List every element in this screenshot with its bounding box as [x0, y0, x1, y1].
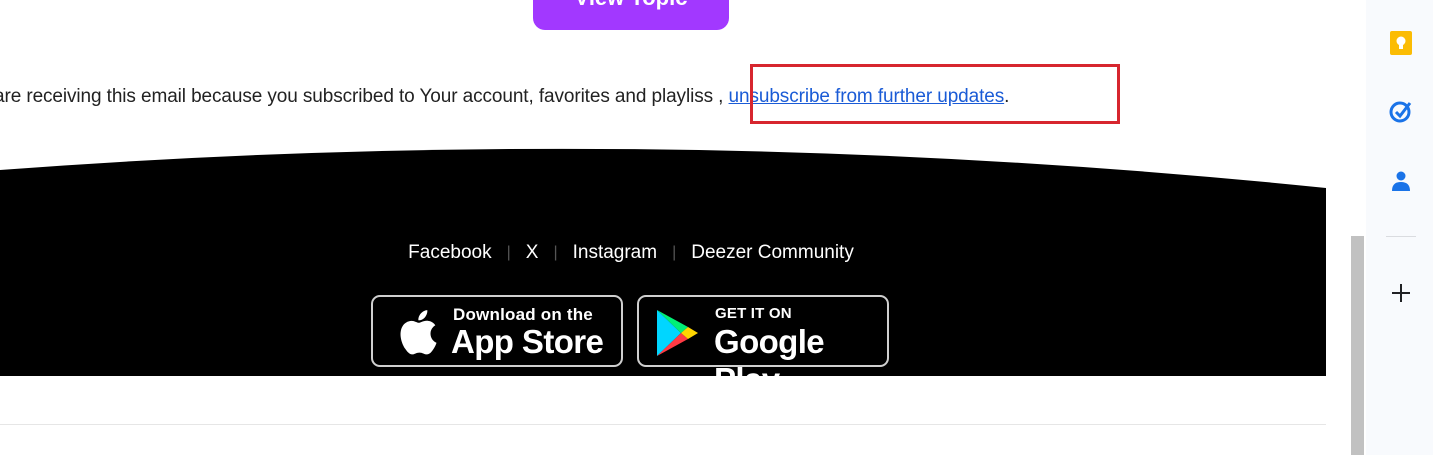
instagram-link[interactable]: Instagram: [573, 242, 657, 264]
side-divider: [1386, 236, 1416, 237]
scrollbar-thumb[interactable]: [1351, 236, 1364, 455]
content-divider: [0, 424, 1326, 425]
add-icon[interactable]: [1387, 279, 1415, 307]
deezer-community-link[interactable]: Deezer Community: [691, 242, 854, 264]
view-topic-button[interactable]: View Topic: [533, 0, 729, 30]
keep-icon[interactable]: [1387, 29, 1415, 57]
app-store-big-text: App Store: [451, 323, 604, 360]
app-store-small-text: Download on the: [453, 305, 593, 324]
side-panel: [1366, 0, 1433, 455]
separator: |: [553, 244, 558, 261]
tasks-icon-glyph: [1389, 101, 1412, 123]
notice-gap: s ,: [703, 86, 729, 107]
x-link[interactable]: X: [526, 242, 539, 264]
separator: |: [672, 244, 677, 261]
notice-text: are receiving this email because you sub…: [0, 86, 704, 107]
facebook-link[interactable]: Facebook: [408, 242, 491, 264]
subscription-notice: are receiving this email because you sub…: [0, 86, 1009, 108]
app-store-badge[interactable]: Download on the App Store: [371, 295, 623, 367]
unsubscribe-link[interactable]: unsubscribe from further updates: [729, 86, 1005, 107]
add-icon-glyph: [1392, 284, 1410, 302]
google-play-badge[interactable]: GET IT ON Google Play: [637, 295, 889, 398]
contacts-icon[interactable]: [1387, 167, 1415, 195]
notice-end: .: [1004, 86, 1010, 107]
tasks-icon[interactable]: [1387, 97, 1415, 125]
social-links: Facebook | X | Instagram | Deezer Commun…: [0, 242, 1262, 264]
email-body: View Topic are receiving this email beca…: [0, 0, 1326, 455]
keep-icon-glyph: [1390, 31, 1412, 55]
apple-icon: [400, 310, 437, 355]
contacts-icon-glyph: [1392, 171, 1410, 191]
google-play-small-text: GET IT ON: [715, 305, 792, 322]
google-play-big-text: Google Play: [714, 323, 825, 398]
google-play-icon: [657, 310, 698, 356]
separator: |: [506, 244, 511, 261]
